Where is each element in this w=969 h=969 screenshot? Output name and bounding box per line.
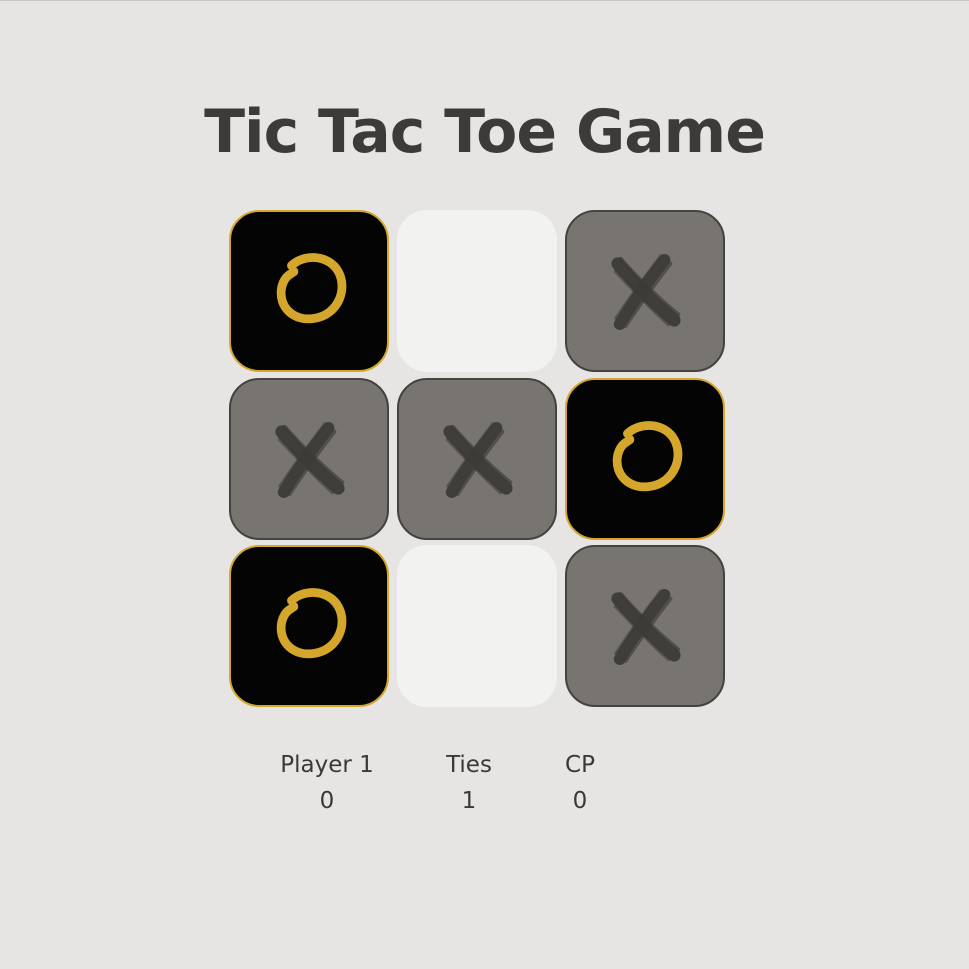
board-cell-9[interactable] [565, 545, 725, 707]
scoreboard: Player 1 0 Ties 1 CP 0 [0, 748, 969, 828]
x-mark-icon [275, 421, 345, 498]
board-cell-1[interactable] [229, 210, 389, 372]
board-cell-4[interactable] [229, 378, 389, 540]
score-player1: Player 1 0 [257, 748, 397, 820]
o-mark-icon [276, 588, 347, 659]
game-board [229, 210, 727, 708]
score-cp: CP 0 [510, 748, 650, 820]
board-cell-8[interactable] [397, 545, 557, 707]
board-cell-7[interactable] [229, 545, 389, 707]
x-mark-icon [443, 421, 513, 498]
score-cp-label: CP [565, 752, 595, 778]
o-mark-icon [612, 421, 683, 492]
score-cp-value: 0 [572, 788, 588, 814]
page-title: Tic Tac Toe Game [204, 97, 766, 167]
board-cell-6[interactable] [565, 378, 725, 540]
x-mark-icon [611, 588, 681, 665]
top-divider [0, 0, 969, 1]
x-mark-icon [611, 253, 681, 330]
board-cell-3[interactable] [565, 210, 725, 372]
score-player1-label: Player 1 [280, 752, 374, 778]
score-player1-value: 0 [319, 788, 335, 814]
o-mark-icon [276, 253, 347, 324]
board-cell-5[interactable] [397, 378, 557, 540]
board-cell-2[interactable] [397, 210, 557, 372]
